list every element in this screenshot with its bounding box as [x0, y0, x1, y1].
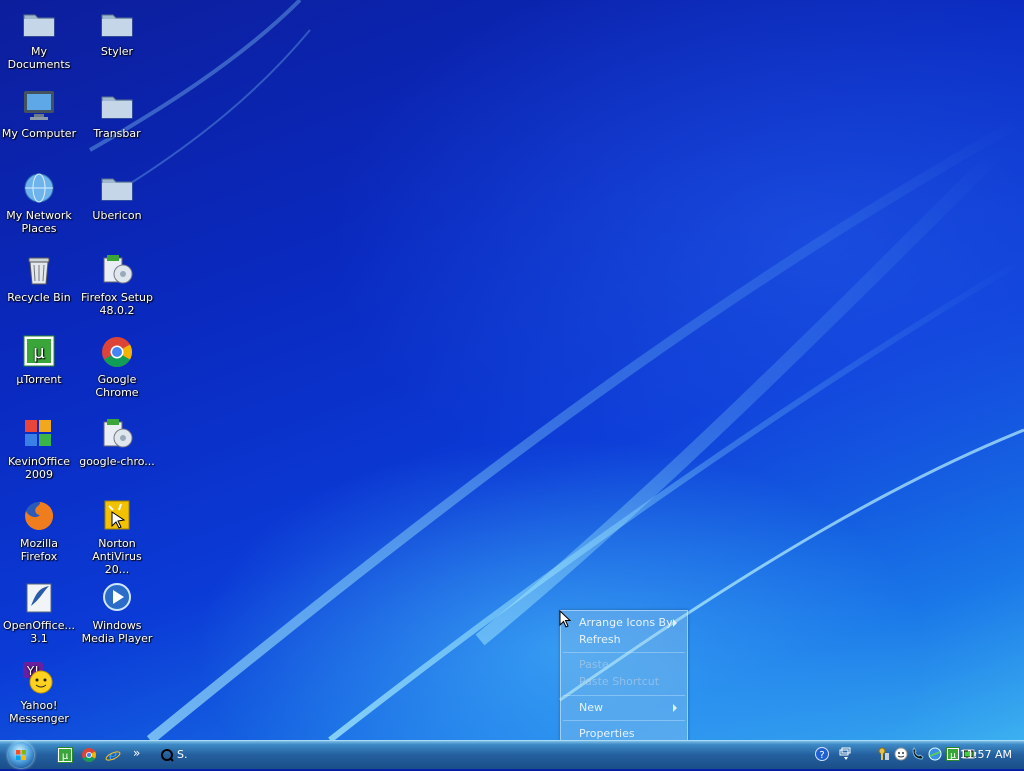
folder-icon: [101, 178, 133, 201]
icon-label: µTorrent: [16, 373, 62, 386]
task-button-label[interactable]: S.: [177, 748, 187, 761]
menu-separator: [563, 652, 685, 653]
menu-item-label: New: [579, 701, 603, 714]
desktop-icon-firefox-setup[interactable]: Firefox Setup 48.0.2: [77, 252, 157, 317]
icon-label: KevinOffice 2009: [7, 455, 71, 481]
network-globe-icon[interactable]: [928, 747, 942, 761]
desktop-icon-mozilla-firefox[interactable]: Mozilla Firefox: [0, 498, 79, 563]
svg-text:e: e: [109, 748, 117, 763]
quick-launch-internet-explorer-icon[interactable]: e: [105, 747, 121, 763]
folder-icon: [101, 96, 133, 119]
svg-text:?: ?: [819, 750, 824, 761]
norton-icon: [104, 500, 130, 530]
task-button-icon[interactable]: [160, 748, 174, 762]
desktop-icon-my-network-places[interactable]: My Network Places: [0, 170, 79, 235]
desktop-icon-utorrent[interactable]: µ µTorrent: [0, 334, 79, 386]
svg-text:µ: µ: [950, 751, 956, 761]
keys-icon[interactable]: [877, 747, 891, 761]
menu-item-label: Properties: [579, 727, 635, 740]
installer-icon: [103, 255, 133, 284]
menu-item-label: Paste Shortcut: [579, 675, 660, 688]
windows-logo-icon: [16, 750, 26, 760]
menu-item-paste: Paste: [579, 657, 683, 673]
quick-launch-utorrent-icon[interactable]: µ: [57, 747, 73, 763]
phone-icon[interactable]: [911, 747, 925, 761]
icon-label: google-chro...: [79, 455, 155, 468]
chrome-icon: [102, 337, 133, 368]
media-player-icon: [103, 583, 131, 611]
desktop-icon-google-chrome-setup[interactable]: google-chro...: [77, 416, 157, 468]
desktop-context-menu: Arrange Icons By Refresh Paste Paste Sho…: [560, 610, 688, 740]
icon-label: Recycle Bin: [7, 291, 71, 304]
desktop-icon-my-computer[interactable]: My Computer: [0, 88, 79, 140]
office-icon: [25, 420, 51, 446]
quick-launch-chrome-icon[interactable]: [81, 747, 97, 763]
svg-text:µ: µ: [33, 342, 45, 363]
globe-icon: [24, 173, 54, 203]
folder-icon: [101, 14, 133, 37]
desktop[interactable]: My Documents My Computer My Network Plac…: [0, 0, 1024, 740]
taskbar-clock[interactable]: 11:57 AM: [960, 748, 1012, 761]
menu-item-refresh[interactable]: Refresh: [579, 632, 683, 648]
menu-item-new[interactable]: New: [579, 700, 683, 716]
submenu-arrow-icon: [673, 619, 677, 627]
firefox-icon: [25, 501, 54, 530]
desktop-icon-kevinoffice[interactable]: KevinOffice 2009: [0, 416, 79, 481]
icon-label: Google Chrome: [95, 373, 139, 399]
desktop-icon-my-documents[interactable]: My Documents: [0, 6, 79, 71]
icon-label: Styler: [100, 45, 134, 58]
icon-label: Firefox Setup 48.0.2: [81, 291, 153, 317]
menu-item-label: Paste: [579, 658, 609, 671]
taskbar: µ e » S. ? µ 11:57 AM: [0, 740, 1024, 769]
desktop-icon-norton-antivirus[interactable]: Norton AntiVirus 20...: [77, 498, 157, 576]
icon-label: Mozilla Firefox: [20, 537, 58, 563]
svg-text:µ: µ: [62, 751, 69, 762]
desktop-icon-openoffice[interactable]: OpenOffice... 3.1: [0, 580, 79, 645]
quick-launch-more-chevron[interactable]: »: [133, 746, 140, 760]
menu-item-arrange-icons-by[interactable]: Arrange Icons By: [579, 615, 683, 631]
computer-icon: [24, 91, 54, 120]
desktop-icon-recycle-bin[interactable]: Recycle Bin: [0, 252, 79, 304]
menu-item-label: Arrange Icons By: [579, 616, 673, 629]
icon-label: Ubericon: [92, 209, 142, 222]
menu-item-properties[interactable]: Properties: [579, 726, 683, 740]
show-desktop-icon[interactable]: [839, 747, 853, 761]
icon-label: My Computer: [1, 127, 77, 140]
desktop-icon-ubericon[interactable]: Ubericon: [77, 170, 157, 222]
desktop-icon-yahoo-messenger[interactable]: Y! Yahoo! Messenger: [0, 660, 79, 725]
messenger-icon[interactable]: [894, 747, 908, 761]
icon-label: Norton AntiVirus 20...: [92, 537, 142, 576]
menu-item-paste-shortcut: Paste Shortcut: [579, 674, 683, 690]
recycle-bin-icon: [28, 257, 50, 285]
icon-label: Transbar: [93, 127, 141, 140]
submenu-arrow-icon: [673, 704, 677, 712]
desktop-icon-windows-media-player[interactable]: Windows Media Player: [77, 580, 157, 645]
system-tray: ? µ 11:57 AM: [784, 741, 1024, 769]
icon-label: My Documents: [7, 45, 71, 71]
menu-item-label: Refresh: [579, 633, 621, 646]
utorrent-icon: µ: [23, 335, 55, 367]
tray-utorrent-icon[interactable]: µ: [946, 747, 960, 761]
icon-label: Yahoo! Messenger: [9, 699, 69, 725]
menu-separator: [563, 695, 685, 696]
desktop-icon-google-chrome[interactable]: Google Chrome: [77, 334, 157, 399]
installer-icon: [103, 419, 133, 448]
folder-icon: [23, 14, 55, 37]
icon-label: OpenOffice... 3.1: [3, 619, 75, 645]
icon-label: My Network Places: [6, 209, 72, 235]
yahoo-messenger-icon: Y!: [23, 662, 53, 694]
help-icon[interactable]: ?: [815, 747, 829, 761]
openoffice-icon: [26, 583, 52, 613]
desktop-icon-styler[interactable]: Styler: [77, 6, 157, 58]
menu-separator: [563, 720, 685, 721]
icon-label: Windows Media Player: [81, 619, 153, 645]
start-button[interactable]: [8, 742, 34, 768]
desktop-icon-transbar[interactable]: Transbar: [77, 88, 157, 140]
mouse-cursor-icon: [559, 610, 571, 628]
